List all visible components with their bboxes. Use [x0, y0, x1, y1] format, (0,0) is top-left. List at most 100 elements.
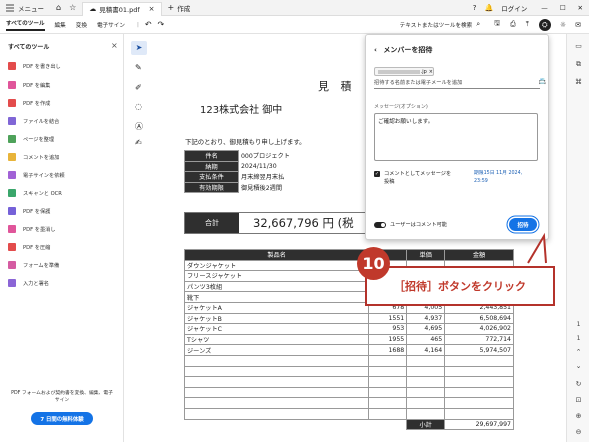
menu-label[interactable]: メニュー: [18, 3, 44, 13]
doc-title: 見 積: [318, 80, 356, 93]
post-as-comment-checkbox[interactable]: ✓: [374, 171, 380, 177]
comment-permission-toggle[interactable]: [374, 222, 386, 228]
sidebar-title: すべてのツール: [8, 44, 50, 51]
highlight-pen-icon[interactable]: ✐: [135, 83, 142, 92]
scan-ocr-icon: [8, 189, 16, 197]
message-textarea[interactable]: ご確認お願いします。: [374, 113, 538, 161]
invite-panel: ‹ メンバーを招待 .jp × 招待する名前または電子メールを追加 📇 メッセー…: [365, 34, 549, 240]
add-comment-icon: [8, 153, 16, 161]
page-count: 1: [576, 335, 581, 342]
email-chip[interactable]: .jp ×: [374, 67, 434, 76]
tool-create-pdf[interactable]: PDF を作成: [8, 97, 50, 109]
table-row-empty: [183, 407, 514, 420]
table-row: ジャケットB 1551 4,937 6,508,694: [183, 312, 514, 325]
invite-panel-header: ‹ メンバーを招待: [374, 45, 432, 55]
back-chevron-icon[interactable]: ‹: [374, 46, 377, 54]
menu-esign[interactable]: 電子サイン: [97, 21, 125, 29]
select-pointer-icon[interactable]: ➤: [131, 41, 147, 55]
save-icon[interactable]: 🖫: [494, 19, 500, 30]
total-value: 32,667,796 円 (税: [253, 216, 354, 230]
lasso-icon[interactable]: ◌: [135, 102, 142, 111]
cloud-icon: ☁: [89, 5, 97, 13]
tool-combine-files[interactable]: ファイルを結合: [8, 115, 59, 127]
print-icon[interactable]: ⎙: [510, 20, 516, 29]
star-icon[interactable]: ☆: [69, 3, 76, 12]
request-esign-icon: [8, 171, 16, 179]
redacted-email: [378, 69, 420, 74]
contacts-icon[interactable]: 📇: [539, 78, 546, 85]
invite-button[interactable]: 招待: [509, 218, 537, 231]
right-panel-bar: ▭ ⧉ ⌘ 1 1 ⌃ ⌄ ↻ ⊡ ⊕ ⊖: [566, 34, 589, 442]
email-hint: 招待する名前または電子メールを追加: [374, 80, 463, 86]
close-tab-icon[interactable]: ×: [149, 5, 155, 13]
tools-sidebar: すべてのツール × PDF を書き出し PDF を編集 PDF を作成 ファイル…: [0, 34, 124, 442]
tool-scan-ocr[interactable]: スキャンと OCR: [8, 187, 62, 199]
close-window-icon[interactable]: ✕: [578, 4, 583, 12]
page-number[interactable]: 1: [574, 320, 583, 329]
table-row: ジャケットC 953 4,695 4,026,902: [183, 323, 514, 335]
upload-icon[interactable]: ⤒: [526, 20, 529, 29]
hamburger-menu-icon[interactable]: [6, 4, 14, 12]
tool-fill-sign[interactable]: 入力と署名: [8, 277, 49, 289]
close-sidebar-icon[interactable]: ×: [111, 41, 118, 50]
fill-sign-icon: [8, 279, 16, 287]
menu-convert[interactable]: 変換: [76, 21, 87, 29]
table-row: ジーンズ 1688 4,164 5,974,507: [183, 344, 514, 356]
bookmarks-icon[interactable]: ⌘: [574, 78, 583, 87]
email-input[interactable]: .jp × 招待する名前または電子メールを追加 📇: [374, 65, 546, 89]
info-row: 件名 000プロジェクト: [184, 150, 349, 162]
remove-chip-icon[interactable]: ×: [429, 69, 433, 75]
zoom-out-icon[interactable]: ⊖: [574, 428, 583, 437]
instruction-callout: ［招待］ボタンをクリック: [365, 266, 555, 306]
login-button[interactable]: ログイン: [501, 3, 527, 13]
ai-assistant-icon[interactable]: ☼: [560, 21, 566, 29]
tool-organize-pages[interactable]: ページを整理: [8, 133, 54, 145]
tool-redact-pdf[interactable]: PDF を墨消し: [8, 223, 56, 235]
free-trial-button[interactable]: 7 日間の無料体験: [31, 412, 93, 425]
compress-pdf-icon: [8, 243, 16, 251]
intro-text: 下記のとおり、御見積もり申し上げます。: [185, 138, 306, 146]
thumbnails-icon[interactable]: ⧉: [574, 60, 583, 69]
undo-icon[interactable]: ↶: [145, 20, 152, 29]
add-comment-tool-icon[interactable]: ✎: [135, 63, 142, 72]
rotate-icon[interactable]: ↻: [574, 380, 583, 389]
sign-icon[interactable]: ✍: [135, 138, 142, 147]
minimize-icon[interactable]: —: [541, 4, 548, 12]
zoom-in-icon[interactable]: ⊕: [574, 412, 583, 421]
tool-edit-pdf[interactable]: PDF を編集: [8, 79, 50, 91]
fit-page-icon[interactable]: ⊡: [574, 396, 583, 405]
invite-panel-title: メンバーを招待: [383, 46, 433, 54]
plus-icon: +: [167, 3, 175, 12]
table-row-empty: [183, 376, 514, 388]
menu-bar: すべてのツール 編集 変換 電子サイン | ↶ ↷ テキストまたはツールを検索 …: [0, 16, 589, 34]
comments-panel-icon[interactable]: ▭: [574, 42, 583, 51]
tool-request-esign[interactable]: 電子サインを依頼: [8, 169, 65, 181]
tool-protect-pdf[interactable]: PDF を保護: [8, 205, 50, 217]
text-select-icon[interactable]: Ⓐ: [135, 121, 143, 132]
checkbox-label: コメントとしてメッセージを 投稿: [384, 171, 452, 185]
tool-compress-pdf[interactable]: PDF を圧縮: [8, 241, 50, 253]
maximize-icon[interactable]: ☐: [560, 4, 566, 12]
info-row: 支払条件 月末締翌月末払: [184, 171, 349, 183]
tab-document[interactable]: ☁ 見積書01.pdf ×: [82, 1, 162, 16]
step-number-badge: 10: [357, 247, 390, 280]
create-pdf-icon: [8, 99, 16, 107]
share-icon[interactable]: ⛭: [538, 18, 551, 31]
promo-text: PDF フォームおよび契約書を変換、編集、電子 サイン: [11, 391, 113, 403]
search-label[interactable]: テキストまたはツールを検索: [400, 21, 473, 29]
menu-edit[interactable]: 編集: [55, 21, 66, 29]
help-icon[interactable]: ?: [473, 4, 477, 12]
home-icon[interactable]: ⌂: [56, 3, 61, 12]
tool-add-comment[interactable]: コメントを追加: [8, 151, 59, 163]
scroll-down-icon[interactable]: ⌄: [574, 362, 583, 371]
redo-icon[interactable]: ↷: [158, 20, 165, 29]
tool-prepare-form[interactable]: フォームを準備: [8, 259, 59, 271]
tool-export-pdf[interactable]: PDF を書き出し: [8, 60, 61, 72]
new-tab-button[interactable]: + 作成: [168, 3, 191, 13]
scroll-up-icon[interactable]: ⌃: [574, 348, 583, 357]
notification-icon[interactable]: 🔔: [485, 4, 494, 12]
search-icon[interactable]: ⌕: [476, 20, 480, 29]
deadline-link[interactable]: 期限15日 11月 2024, 23:59: [474, 170, 522, 186]
menu-all-tools[interactable]: すべてのツール: [6, 19, 45, 31]
mail-icon[interactable]: ✉: [575, 21, 581, 29]
